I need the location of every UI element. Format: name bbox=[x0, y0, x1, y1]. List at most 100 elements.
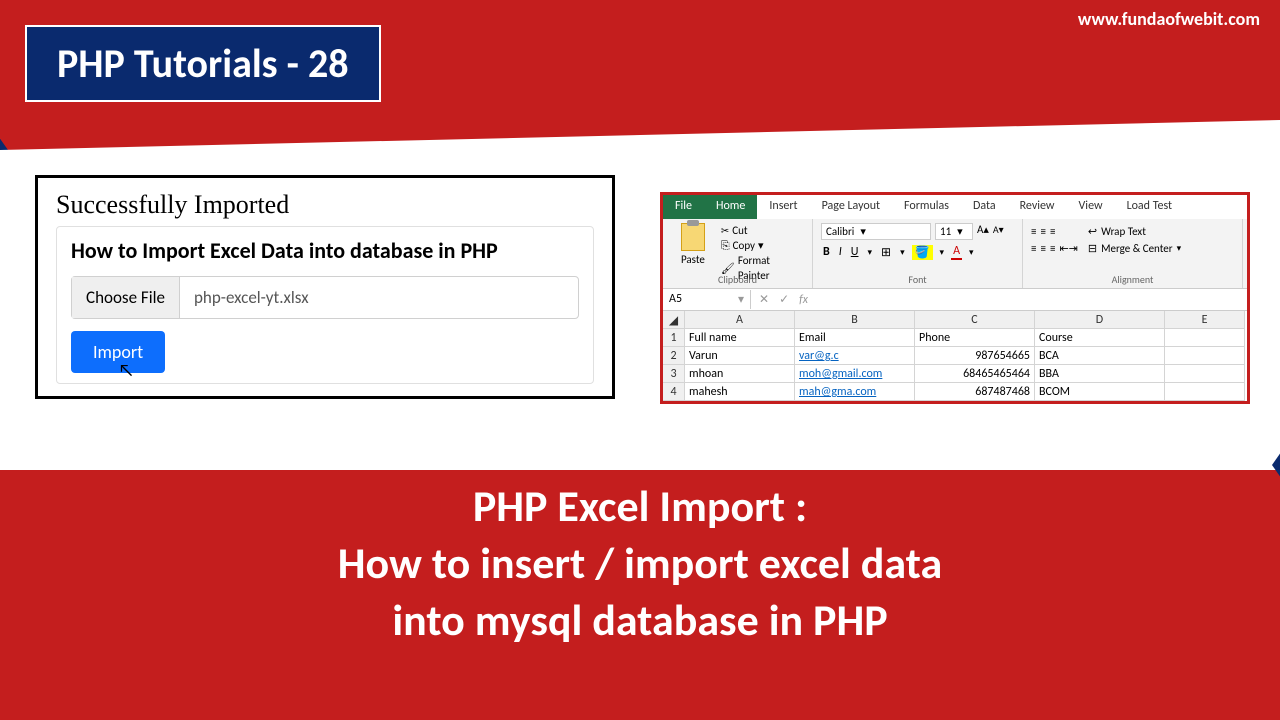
cell[interactable]: 68465465464 bbox=[915, 365, 1035, 383]
cell-ref-value: A5 bbox=[669, 292, 682, 306]
shrink-font-icon[interactable]: A▾ bbox=[993, 223, 1004, 240]
tab-formulas[interactable]: Formulas bbox=[892, 195, 961, 219]
cell[interactable]: Varun bbox=[685, 347, 795, 365]
caption-line2: How to insert / import excel data bbox=[0, 535, 1280, 592]
copy-button[interactable]: ⎘Copy ▾ bbox=[721, 238, 804, 253]
cell[interactable]: mah@gma.com bbox=[795, 383, 915, 401]
paste-icon bbox=[681, 223, 705, 251]
cell[interactable]: 987654665 bbox=[915, 347, 1035, 365]
tab-data[interactable]: Data bbox=[961, 195, 1008, 219]
cancel-icon[interactable]: ✕ bbox=[759, 292, 769, 307]
paste-label: Paste bbox=[681, 253, 705, 266]
row-header[interactable]: 3 bbox=[663, 365, 685, 383]
wrap-text-button[interactable]: ↩ Wrap Text bbox=[1088, 223, 1181, 240]
select-all-corner[interactable]: ◢ bbox=[663, 311, 685, 329]
cell[interactable]: BBA bbox=[1035, 365, 1165, 383]
cell[interactable]: moh@gmail.com bbox=[795, 365, 915, 383]
cell[interactable]: mhoan bbox=[685, 365, 795, 383]
indent-icon[interactable]: ⇤⇥ bbox=[1059, 241, 1077, 256]
formula-input[interactable] bbox=[816, 298, 1247, 302]
font-name-select[interactable]: Calibri▾ bbox=[821, 223, 931, 240]
tab-page-layout[interactable]: Page Layout bbox=[810, 195, 892, 219]
font-size-select[interactable]: 11▾ bbox=[935, 223, 973, 240]
file-input-row: Choose File php-excel-yt.xlsx bbox=[71, 276, 579, 319]
align-right-icon[interactable]: ≡ bbox=[1050, 241, 1055, 256]
merge-center-button[interactable]: ⊟ Merge & Center ▾ bbox=[1088, 240, 1181, 257]
fill-color-button[interactable]: 🪣 bbox=[912, 245, 933, 260]
col-header-a[interactable]: A bbox=[685, 311, 795, 329]
chevron-down-icon: ▾ bbox=[967, 247, 976, 258]
grow-font-icon[interactable]: A▴ bbox=[977, 223, 989, 240]
tab-load-test[interactable]: Load Test bbox=[1115, 195, 1184, 219]
align-center-icon[interactable]: ≡ bbox=[1040, 241, 1045, 256]
cell[interactable]: Phone bbox=[915, 329, 1035, 347]
tab-file[interactable]: File bbox=[663, 195, 704, 219]
caption: PHP Excel Import : How to insert / impor… bbox=[0, 478, 1280, 650]
align-top-icon[interactable]: ≡ bbox=[1031, 224, 1036, 239]
cell[interactable] bbox=[1165, 365, 1245, 383]
alignment-group-label: Alignment bbox=[1023, 273, 1242, 286]
cursor-icon: ↖ bbox=[118, 359, 134, 381]
import-button[interactable]: Import ↖ bbox=[71, 331, 165, 373]
confirm-icon[interactable]: ✓ bbox=[779, 292, 789, 307]
chevron-down-icon: ▾ bbox=[860, 225, 866, 238]
chevron-down-icon: ▾ bbox=[738, 292, 744, 307]
alignment-group: ≡ ≡ ≡ ≡ ≡ ≡ ⇤⇥ ↩ Wrap Text ⊟ Merge & Cen… bbox=[1023, 219, 1243, 288]
fx-icon[interactable]: fx bbox=[799, 293, 808, 307]
choose-file-button[interactable]: Choose File bbox=[72, 277, 180, 318]
italic-button[interactable]: I bbox=[837, 245, 844, 259]
fx-controls: ✕ ✓ fx bbox=[751, 292, 816, 307]
tab-view[interactable]: View bbox=[1067, 195, 1115, 219]
tab-home[interactable]: Home bbox=[704, 195, 757, 219]
php-import-panel: Successfully Imported How to Import Exce… bbox=[35, 175, 615, 399]
cell[interactable]: var@g.c bbox=[795, 347, 915, 365]
row-header[interactable]: 1 bbox=[663, 329, 685, 347]
cell[interactable]: mahesh bbox=[685, 383, 795, 401]
wrap-label: Wrap Text bbox=[1101, 224, 1146, 239]
font-group: Calibri▾ 11▾ A▴ A▾ B I U▾ ⊞▾ 🪣▾ A▾ Font bbox=[813, 219, 1023, 288]
bold-button[interactable]: B bbox=[821, 245, 832, 259]
row-header[interactable]: 2 bbox=[663, 347, 685, 365]
align-left-icon[interactable]: ≡ bbox=[1031, 241, 1036, 256]
wrap-icon: ↩ bbox=[1088, 224, 1097, 239]
import-card: How to Import Excel Data into database i… bbox=[56, 226, 594, 384]
align-mid-icon[interactable]: ≡ bbox=[1040, 224, 1045, 239]
cell[interactable]: BCA bbox=[1035, 347, 1165, 365]
tab-insert[interactable]: Insert bbox=[757, 195, 809, 219]
tutorial-title: PHP Tutorials - 28 bbox=[57, 39, 349, 88]
border-button[interactable]: ⊞ bbox=[879, 245, 893, 260]
cut-label: Cut bbox=[732, 223, 747, 238]
cell[interactable]: 687487468 bbox=[915, 383, 1035, 401]
cell[interactable]: Course bbox=[1035, 329, 1165, 347]
col-header-c[interactable]: C bbox=[915, 311, 1035, 329]
cut-button[interactable]: ✂Cut bbox=[721, 223, 804, 238]
chevron-down-icon: ▾ bbox=[758, 238, 764, 253]
font-color-button[interactable]: A bbox=[951, 244, 962, 260]
success-message: Successfully Imported bbox=[56, 190, 594, 220]
cell-reference[interactable]: A5 ▾ bbox=[663, 290, 751, 309]
cell[interactable]: Full name bbox=[685, 329, 795, 347]
underline-button[interactable]: U bbox=[849, 245, 861, 259]
ribbon-body: Paste ✂Cut ⎘Copy ▾ 🖌Format Painter Clipb… bbox=[663, 219, 1247, 289]
cell[interactable]: Email bbox=[795, 329, 915, 347]
cell[interactable]: BCOM bbox=[1035, 383, 1165, 401]
chevron-down-icon: ▾ bbox=[865, 247, 874, 258]
row-header[interactable]: 4 bbox=[663, 383, 685, 401]
cell[interactable] bbox=[1165, 347, 1245, 365]
formula-bar: A5 ▾ ✕ ✓ fx bbox=[663, 289, 1247, 311]
chevron-down-icon: ▾ bbox=[898, 247, 907, 258]
col-header-e[interactable]: E bbox=[1165, 311, 1245, 329]
col-header-d[interactable]: D bbox=[1035, 311, 1165, 329]
ribbon-tabs: File Home Insert Page Layout Formulas Da… bbox=[663, 195, 1247, 219]
cell[interactable] bbox=[1165, 383, 1245, 401]
cell[interactable] bbox=[1165, 329, 1245, 347]
scissors-icon: ✂ bbox=[721, 223, 729, 238]
excel-window: File Home Insert Page Layout Formulas Da… bbox=[660, 192, 1250, 404]
card-heading: How to Import Excel Data into database i… bbox=[71, 237, 579, 264]
col-header-b[interactable]: B bbox=[795, 311, 915, 329]
caption-line3: into mysql database in PHP bbox=[0, 592, 1280, 649]
align-bot-icon[interactable]: ≡ bbox=[1050, 224, 1055, 239]
clipboard-group-label: Clipboard bbox=[663, 273, 812, 286]
tab-review[interactable]: Review bbox=[1008, 195, 1067, 219]
spreadsheet-grid: ◢ A B C D E 1 Full name Email Phone Cour… bbox=[663, 311, 1247, 401]
